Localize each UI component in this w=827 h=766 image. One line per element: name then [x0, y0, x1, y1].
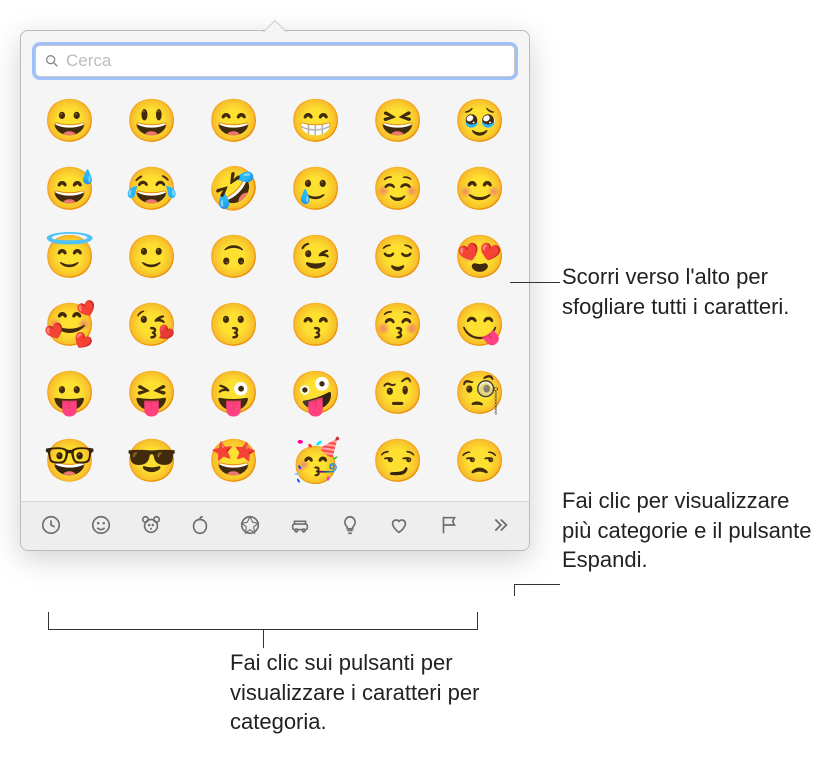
callout-scroll: Scorri verso l'alto per sfogliare tutti … [562, 262, 812, 321]
emoji-cell[interactable]: 🥲 [289, 169, 343, 211]
emoji-cell[interactable]: 😄 [207, 101, 261, 143]
emoji-cell[interactable]: 😒 [453, 441, 507, 483]
emoji-cell[interactable]: 🤨 [371, 373, 425, 415]
recent-icon [40, 514, 62, 536]
search-icon [44, 53, 60, 69]
objects-icon [339, 514, 361, 536]
emoji-cell[interactable]: 😂 [125, 169, 179, 211]
callout-line [514, 584, 515, 596]
emoji-cell[interactable]: 😗 [207, 305, 261, 347]
callout-bracket-stem [263, 630, 264, 648]
emoji-cell[interactable]: 😎 [125, 441, 179, 483]
category-bar [21, 501, 529, 550]
emoji-cell[interactable]: 🤪 [289, 373, 343, 415]
category-smileys-button[interactable] [81, 510, 121, 540]
smileys-icon [90, 514, 112, 536]
category-recent-button[interactable] [31, 510, 71, 540]
emoji-cell[interactable]: 😙 [289, 305, 343, 347]
activity-icon [239, 514, 261, 536]
emoji-cell[interactable]: 😛 [43, 373, 97, 415]
callout-expand: Fai clic per visualizzare più categorie … [562, 486, 812, 575]
emoji-cell[interactable]: 🤓 [43, 441, 97, 483]
emoji-cell[interactable]: 😁 [289, 101, 343, 143]
emoji-cell[interactable]: 😀 [43, 101, 97, 143]
search-field[interactable] [35, 45, 515, 77]
category-activity-button[interactable] [230, 510, 270, 540]
emoji-grid[interactable]: 😀 😃 😄 😁 😆 🥹 😅 😂 🤣 🥲 ☺️ 😊 😇 🙂 🙃 😉 😌 😍 🥰 😘 😗 😙 😚 😋 😛 😝 😜 🤪 🤨 🧐 🤓 😎 🤩 🥳 😏 😒 [21, 85, 529, 501]
emoji-cell[interactable]: 😉 [289, 237, 343, 279]
flags-icon [438, 514, 460, 536]
category-more-button[interactable] [479, 510, 519, 540]
emoji-cell[interactable]: 🙃 [207, 237, 261, 279]
callout-bracket [48, 612, 478, 630]
emoji-cell[interactable]: 😏 [371, 441, 425, 483]
category-symbols-button[interactable] [379, 510, 419, 540]
category-objects-button[interactable] [330, 510, 370, 540]
emoji-cell[interactable]: 🙂 [125, 237, 179, 279]
character-viewer-popover: 😀 😃 😄 😁 😆 🥹 😅 😂 🤣 🥲 ☺️ 😊 😇 🙂 🙃 😉 😌 😍 🥰 😘 😗 😙 😚 😋 😛 😝 😜 🤪 🤨 🧐 🤓 😎 🤩 🥳 😏 😒 [20, 30, 530, 551]
emoji-cell[interactable]: 😘 [125, 305, 179, 347]
emoji-cell[interactable]: 🥹 [453, 101, 507, 143]
travel-icon [289, 514, 311, 536]
animals-icon [140, 514, 162, 536]
symbols-icon [388, 514, 410, 536]
category-food-button[interactable] [180, 510, 220, 540]
emoji-cell[interactable]: 😍 [453, 237, 507, 279]
emoji-cell[interactable]: 😃 [125, 101, 179, 143]
food-icon [189, 514, 211, 536]
emoji-cell[interactable]: 🤩 [207, 441, 261, 483]
category-travel-button[interactable] [280, 510, 320, 540]
emoji-cell[interactable]: 😆 [371, 101, 425, 143]
emoji-cell[interactable]: 😇 [43, 237, 97, 279]
emoji-cell[interactable]: 🤣 [207, 169, 261, 211]
emoji-cell[interactable]: 😜 [207, 373, 261, 415]
emoji-cell[interactable]: 😚 [371, 305, 425, 347]
emoji-cell[interactable]: 🥰 [43, 305, 97, 347]
more-icon [488, 514, 510, 536]
emoji-cell[interactable]: 😝 [125, 373, 179, 415]
emoji-cell[interactable]: 🧐 [453, 373, 507, 415]
callout-line [514, 584, 560, 585]
emoji-cell[interactable]: ☺️ [371, 169, 425, 211]
emoji-cell[interactable]: 😅 [43, 169, 97, 211]
emoji-cell[interactable]: 🥳 [289, 441, 343, 483]
callout-line [510, 282, 560, 283]
search-input[interactable] [66, 51, 506, 71]
category-flags-button[interactable] [429, 510, 469, 540]
emoji-cell[interactable]: 😋 [453, 305, 507, 347]
emoji-cell[interactable]: 😌 [371, 237, 425, 279]
search-wrap [21, 31, 529, 85]
category-animals-button[interactable] [131, 510, 171, 540]
emoji-cell[interactable]: 😊 [453, 169, 507, 211]
callout-categories: Fai clic sui pulsanti per visualizzare i… [230, 648, 540, 737]
